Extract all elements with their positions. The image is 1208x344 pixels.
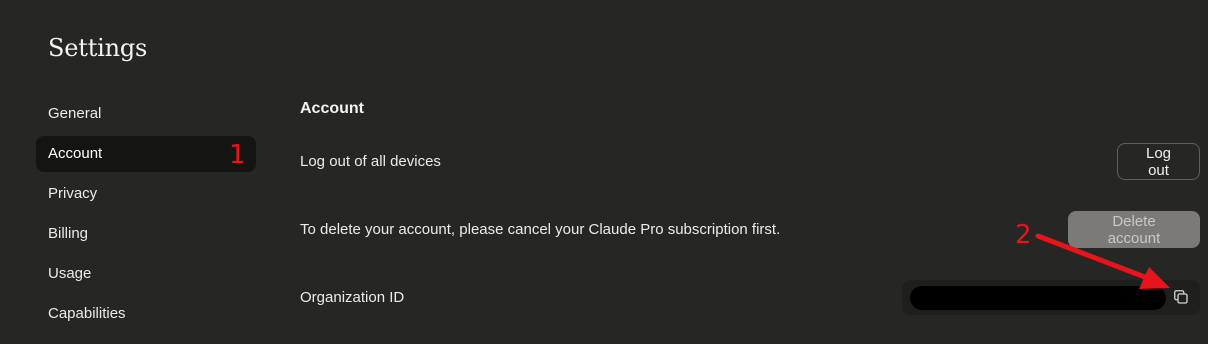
sidebar-item-account[interactable]: Account xyxy=(36,136,256,172)
section-title: Account xyxy=(300,100,364,117)
annotation-marker-2: 2 xyxy=(1015,220,1032,250)
settings-sidebar: General Account Privacy Billing Usage Ca… xyxy=(36,96,256,336)
sidebar-item-general[interactable]: General xyxy=(36,96,256,132)
sidebar-item-privacy[interactable]: Privacy xyxy=(36,176,256,212)
logout-row-label: Log out of all devices xyxy=(300,153,441,170)
organization-id-redacted-value xyxy=(910,286,1166,310)
logout-button[interactable]: Log out xyxy=(1117,143,1200,180)
settings-page: Settings General Account Privacy Billing… xyxy=(0,0,1208,344)
sidebar-item-capabilities[interactable]: Capabilities xyxy=(36,296,256,332)
delete-row-label: To delete your account, please cancel yo… xyxy=(300,221,781,238)
organization-id-label: Organization ID xyxy=(300,289,405,306)
sidebar-item-usage[interactable]: Usage xyxy=(36,256,256,292)
page-title: Settings xyxy=(48,34,148,62)
organization-id-field xyxy=(902,280,1200,315)
delete-account-button: Delete account xyxy=(1068,211,1200,248)
copy-icon[interactable] xyxy=(1174,290,1188,304)
sidebar-item-billing[interactable]: Billing xyxy=(36,216,256,252)
annotation-marker-1: 1 xyxy=(229,140,246,170)
